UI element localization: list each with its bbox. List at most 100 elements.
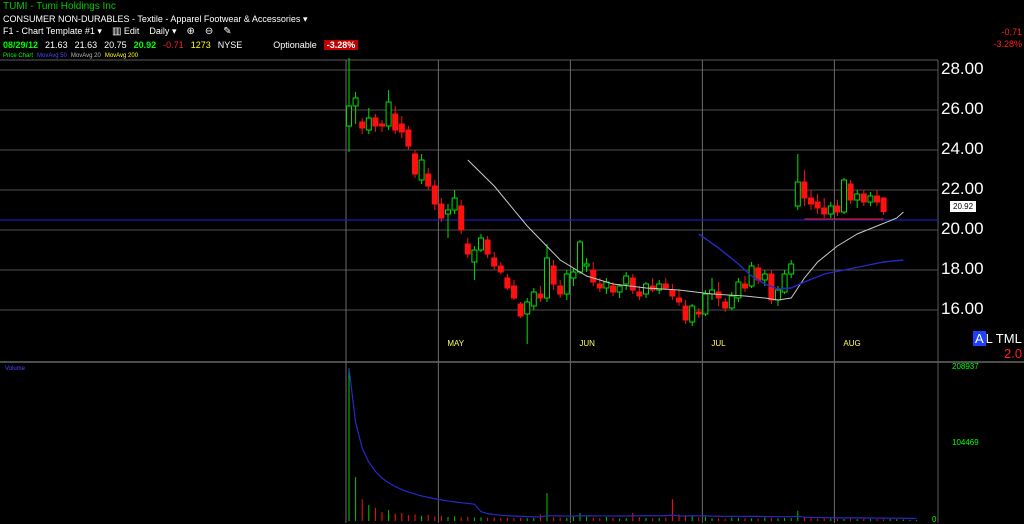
candle-body	[702, 293, 709, 315]
candle-body	[451, 197, 458, 211]
sector-line[interactable]: CONSUMER NON-DURABLES - Textile - Appare…	[3, 14, 307, 25]
bar-chart-icon: ▥	[111, 26, 122, 37]
legend-ma20: MovAvg 20	[70, 53, 101, 59]
volume-tick-label: 104469	[952, 438, 979, 448]
candle-body	[827, 205, 834, 215]
chevron-down-icon[interactable]: ▾	[172, 26, 177, 36]
template-selector[interactable]: F1 - Chart Template #1 ▾	[3, 26, 102, 37]
candle-body	[352, 97, 359, 107]
candle-body	[867, 195, 874, 203]
candle-body	[616, 285, 623, 293]
quote-exchange: NYSE	[217, 40, 243, 50]
volume-legend: Volume	[5, 366, 25, 372]
candle-body	[821, 207, 828, 215]
candle-body	[715, 291, 722, 299]
candle-body	[372, 117, 379, 127]
candle-body	[379, 123, 385, 127]
price-tick-label: 26.00	[941, 99, 984, 118]
candle-body	[524, 301, 531, 315]
price-volume-chart[interactable]	[0, 0, 1024, 523]
candle-body	[530, 291, 537, 307]
candle-body	[392, 113, 399, 131]
candle-body	[656, 283, 663, 291]
candle-body	[860, 193, 867, 203]
legend-price: Price Chart	[3, 53, 34, 59]
candle-body	[583, 263, 590, 267]
candle-body	[649, 285, 656, 291]
candle-body	[365, 117, 372, 131]
candle-body	[570, 271, 577, 279]
template-label: F1 - Chart Template #1	[3, 26, 95, 36]
candle-body	[880, 197, 887, 213]
candle-body	[794, 181, 801, 207]
quote-bar: 08/29/12 21.63 21.63 20.75 20.92 -0.71 1…	[3, 40, 359, 50]
candle-body	[682, 305, 689, 321]
candle-body	[438, 203, 445, 219]
candle-body	[398, 123, 405, 133]
candle-body	[728, 295, 735, 309]
toolbar: F1 - Chart Template #1 ▾ ▥ Edit Daily ▾ …	[3, 26, 232, 37]
candle-body	[425, 173, 432, 187]
sector-name: CONSUMER NON-DURABLES	[3, 14, 130, 24]
candle-body	[590, 269, 597, 283]
period-selector[interactable]: Daily ▾	[149, 26, 176, 37]
candle-body	[775, 289, 781, 301]
month-label: JUN	[579, 339, 595, 348]
candle-body	[517, 303, 524, 317]
candle-body	[801, 181, 808, 199]
ticker-symbol: TUMI	[3, 1, 28, 12]
candle-body	[557, 285, 564, 295]
price-tick-label: 16.00	[941, 299, 984, 318]
volume-ma-line	[348, 367, 917, 520]
candle-body	[471, 249, 478, 263]
candle-body	[643, 283, 649, 295]
zoom-in-icon[interactable]: ⊕	[186, 26, 194, 37]
candle-body	[755, 267, 762, 281]
candle-body	[854, 193, 861, 201]
indicator-value: 2.0	[1004, 346, 1023, 361]
candle-body	[504, 277, 511, 289]
quote-open: 21.63	[45, 40, 68, 50]
candle-body	[458, 205, 465, 231]
candle-body	[788, 263, 795, 275]
chevron-down-icon[interactable]: ▾	[303, 14, 308, 24]
price-tick-label: 22.00	[941, 179, 984, 198]
ma20-line	[467, 159, 904, 301]
pencil-icon[interactable]: ✎	[223, 26, 231, 37]
candle-body	[695, 311, 702, 315]
volume-tick-label: 208937	[952, 362, 979, 371]
industry-name: Textile - Apparel Footwear & Accessories	[137, 14, 301, 24]
candle-body	[359, 121, 366, 129]
quote-low: 20.75	[104, 40, 127, 50]
quote-high: 21.63	[74, 40, 98, 50]
chevron-down-icon[interactable]: ▾	[97, 26, 102, 36]
candle-body	[761, 273, 768, 281]
edit-button[interactable]: ▥ Edit	[112, 26, 139, 37]
candle-body	[431, 185, 438, 205]
candle-body	[484, 239, 491, 255]
candle-body	[874, 195, 880, 203]
candle-body	[445, 209, 451, 215]
price-tick-label: 18.00	[941, 259, 984, 278]
candle-body	[537, 293, 544, 299]
volume-legend-label: Volume	[5, 366, 26, 372]
candle-body	[847, 183, 854, 201]
legend-ma50: MovAvg 50	[37, 53, 67, 59]
zoom-out-icon[interactable]: ⊖	[205, 26, 213, 37]
candle-body	[577, 241, 583, 273]
optionable-label: Optionable	[273, 40, 317, 50]
month-label: MAY	[447, 339, 465, 348]
right-change: -0.71	[1001, 27, 1022, 37]
candle-body	[478, 237, 484, 251]
price-legend: Price Chart MovAvg 50 MovAvg 20 MovAvg 2…	[3, 53, 138, 59]
quote-date: 08/29/12	[3, 40, 39, 50]
month-label: AUG	[843, 339, 861, 348]
ma50-line	[698, 233, 904, 290]
candle-body	[669, 289, 676, 297]
last-price-tag: 20.92	[950, 201, 977, 212]
price-tick-label: 20.00	[941, 219, 984, 238]
pct-change-badge: -3.28%	[323, 40, 359, 50]
indicator-badge: A	[973, 331, 986, 346]
candle-body	[491, 257, 498, 267]
candle-body	[544, 257, 550, 299]
